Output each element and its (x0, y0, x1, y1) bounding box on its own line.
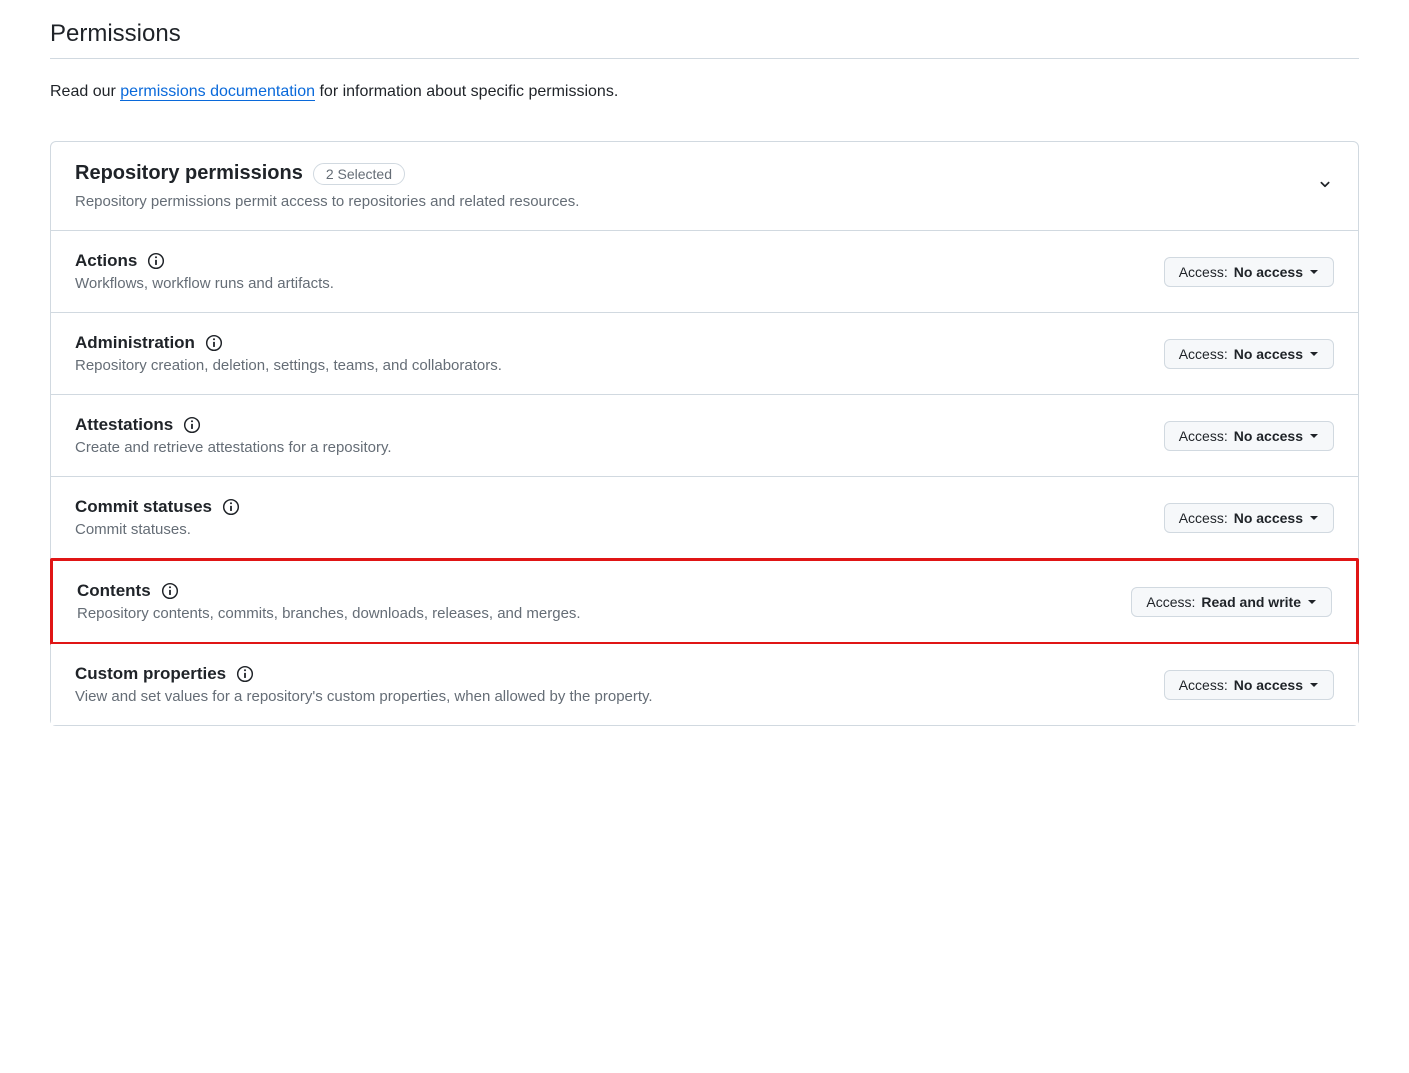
access-select-actions[interactable]: Access: No access (1164, 257, 1334, 287)
info-icon[interactable] (205, 334, 223, 352)
title-divider (50, 58, 1359, 59)
panel-header-left: Repository permissions 2 Selected Reposi… (75, 162, 579, 210)
intro-suffix: for information about specific permissio… (315, 83, 618, 100)
perm-row-custom-properties: Custom properties View and set values fo… (51, 644, 1358, 725)
perm-title-row: Administration (75, 333, 502, 353)
perm-row-administration: Administration Repository creation, dele… (51, 313, 1358, 395)
perm-left: Actions Workflows, workflow runs and art… (75, 251, 334, 292)
perm-title: Attestations (75, 415, 173, 435)
access-value: No access (1234, 510, 1303, 526)
access-value: No access (1234, 346, 1303, 362)
info-icon[interactable] (183, 416, 201, 434)
caret-down-icon (1309, 346, 1319, 362)
permissions-doc-link[interactable]: permissions documentation (120, 83, 315, 101)
access-prefix: Access: (1146, 594, 1195, 610)
chevron-down-icon (1316, 175, 1334, 198)
selected-count-badge: 2 Selected (313, 163, 405, 185)
caret-down-icon (1309, 264, 1319, 280)
perm-title: Custom properties (75, 664, 226, 684)
perm-desc: Repository creation, deletion, settings,… (75, 357, 502, 374)
access-prefix: Access: (1179, 510, 1228, 526)
perm-title: Administration (75, 333, 195, 353)
access-value: Read and write (1201, 594, 1301, 610)
perm-title: Commit statuses (75, 497, 212, 517)
access-value: No access (1234, 677, 1303, 693)
access-prefix: Access: (1179, 677, 1228, 693)
panel-header-desc: Repository permissions permit access to … (75, 193, 579, 210)
intro-prefix: Read our (50, 83, 120, 100)
access-prefix: Access: (1179, 346, 1228, 362)
perm-left: Contents Repository contents, commits, b… (77, 581, 581, 622)
perm-left: Custom properties View and set values fo… (75, 664, 653, 705)
perm-title-row: Contents (77, 581, 581, 601)
perm-title-row: Custom properties (75, 664, 653, 684)
perm-title-row: Actions (75, 251, 334, 271)
access-prefix: Access: (1179, 428, 1228, 444)
perm-title: Actions (75, 251, 137, 271)
perm-row-attestations: Attestations Create and retrieve attesta… (51, 395, 1358, 477)
caret-down-icon (1309, 510, 1319, 526)
caret-down-icon (1307, 594, 1317, 610)
caret-down-icon (1309, 677, 1319, 693)
panel-header-row: Repository permissions 2 Selected (75, 162, 579, 185)
perm-left: Administration Repository creation, dele… (75, 333, 502, 374)
access-select-administration[interactable]: Access: No access (1164, 339, 1334, 369)
perm-desc: Create and retrieve attestations for a r… (75, 439, 392, 456)
info-icon[interactable] (147, 252, 165, 270)
perm-left: Attestations Create and retrieve attesta… (75, 415, 392, 456)
page-title: Permissions (50, 20, 1359, 58)
perm-desc: Commit statuses. (75, 521, 240, 538)
info-icon[interactable] (236, 665, 254, 683)
perm-title-row: Attestations (75, 415, 392, 435)
perm-row-contents: Contents Repository contents, commits, b… (50, 558, 1359, 645)
perm-title: Contents (77, 581, 151, 601)
intro-text: Read our permissions documentation for i… (50, 83, 1359, 101)
panel-header-title: Repository permissions (75, 162, 303, 185)
access-select-contents[interactable]: Access: Read and write (1131, 587, 1332, 617)
caret-down-icon (1309, 428, 1319, 444)
repository-permissions-panel: Repository permissions 2 Selected Reposi… (50, 141, 1359, 726)
access-select-custom-properties[interactable]: Access: No access (1164, 670, 1334, 700)
perm-desc: Workflows, workflow runs and artifacts. (75, 275, 334, 292)
perm-desc: Repository contents, commits, branches, … (77, 605, 581, 622)
access-value: No access (1234, 428, 1303, 444)
access-prefix: Access: (1179, 264, 1228, 280)
repository-permissions-header[interactable]: Repository permissions 2 Selected Reposi… (51, 142, 1358, 231)
info-icon[interactable] (222, 498, 240, 516)
perm-title-row: Commit statuses (75, 497, 240, 517)
access-value: No access (1234, 264, 1303, 280)
perm-row-actions: Actions Workflows, workflow runs and art… (51, 231, 1358, 313)
perm-row-commit-statuses: Commit statuses Commit statuses. Access:… (51, 477, 1358, 559)
perm-left: Commit statuses Commit statuses. (75, 497, 240, 538)
info-icon[interactable] (161, 582, 179, 600)
access-select-commit-statuses[interactable]: Access: No access (1164, 503, 1334, 533)
perm-desc: View and set values for a repository's c… (75, 688, 653, 705)
access-select-attestations[interactable]: Access: No access (1164, 421, 1334, 451)
